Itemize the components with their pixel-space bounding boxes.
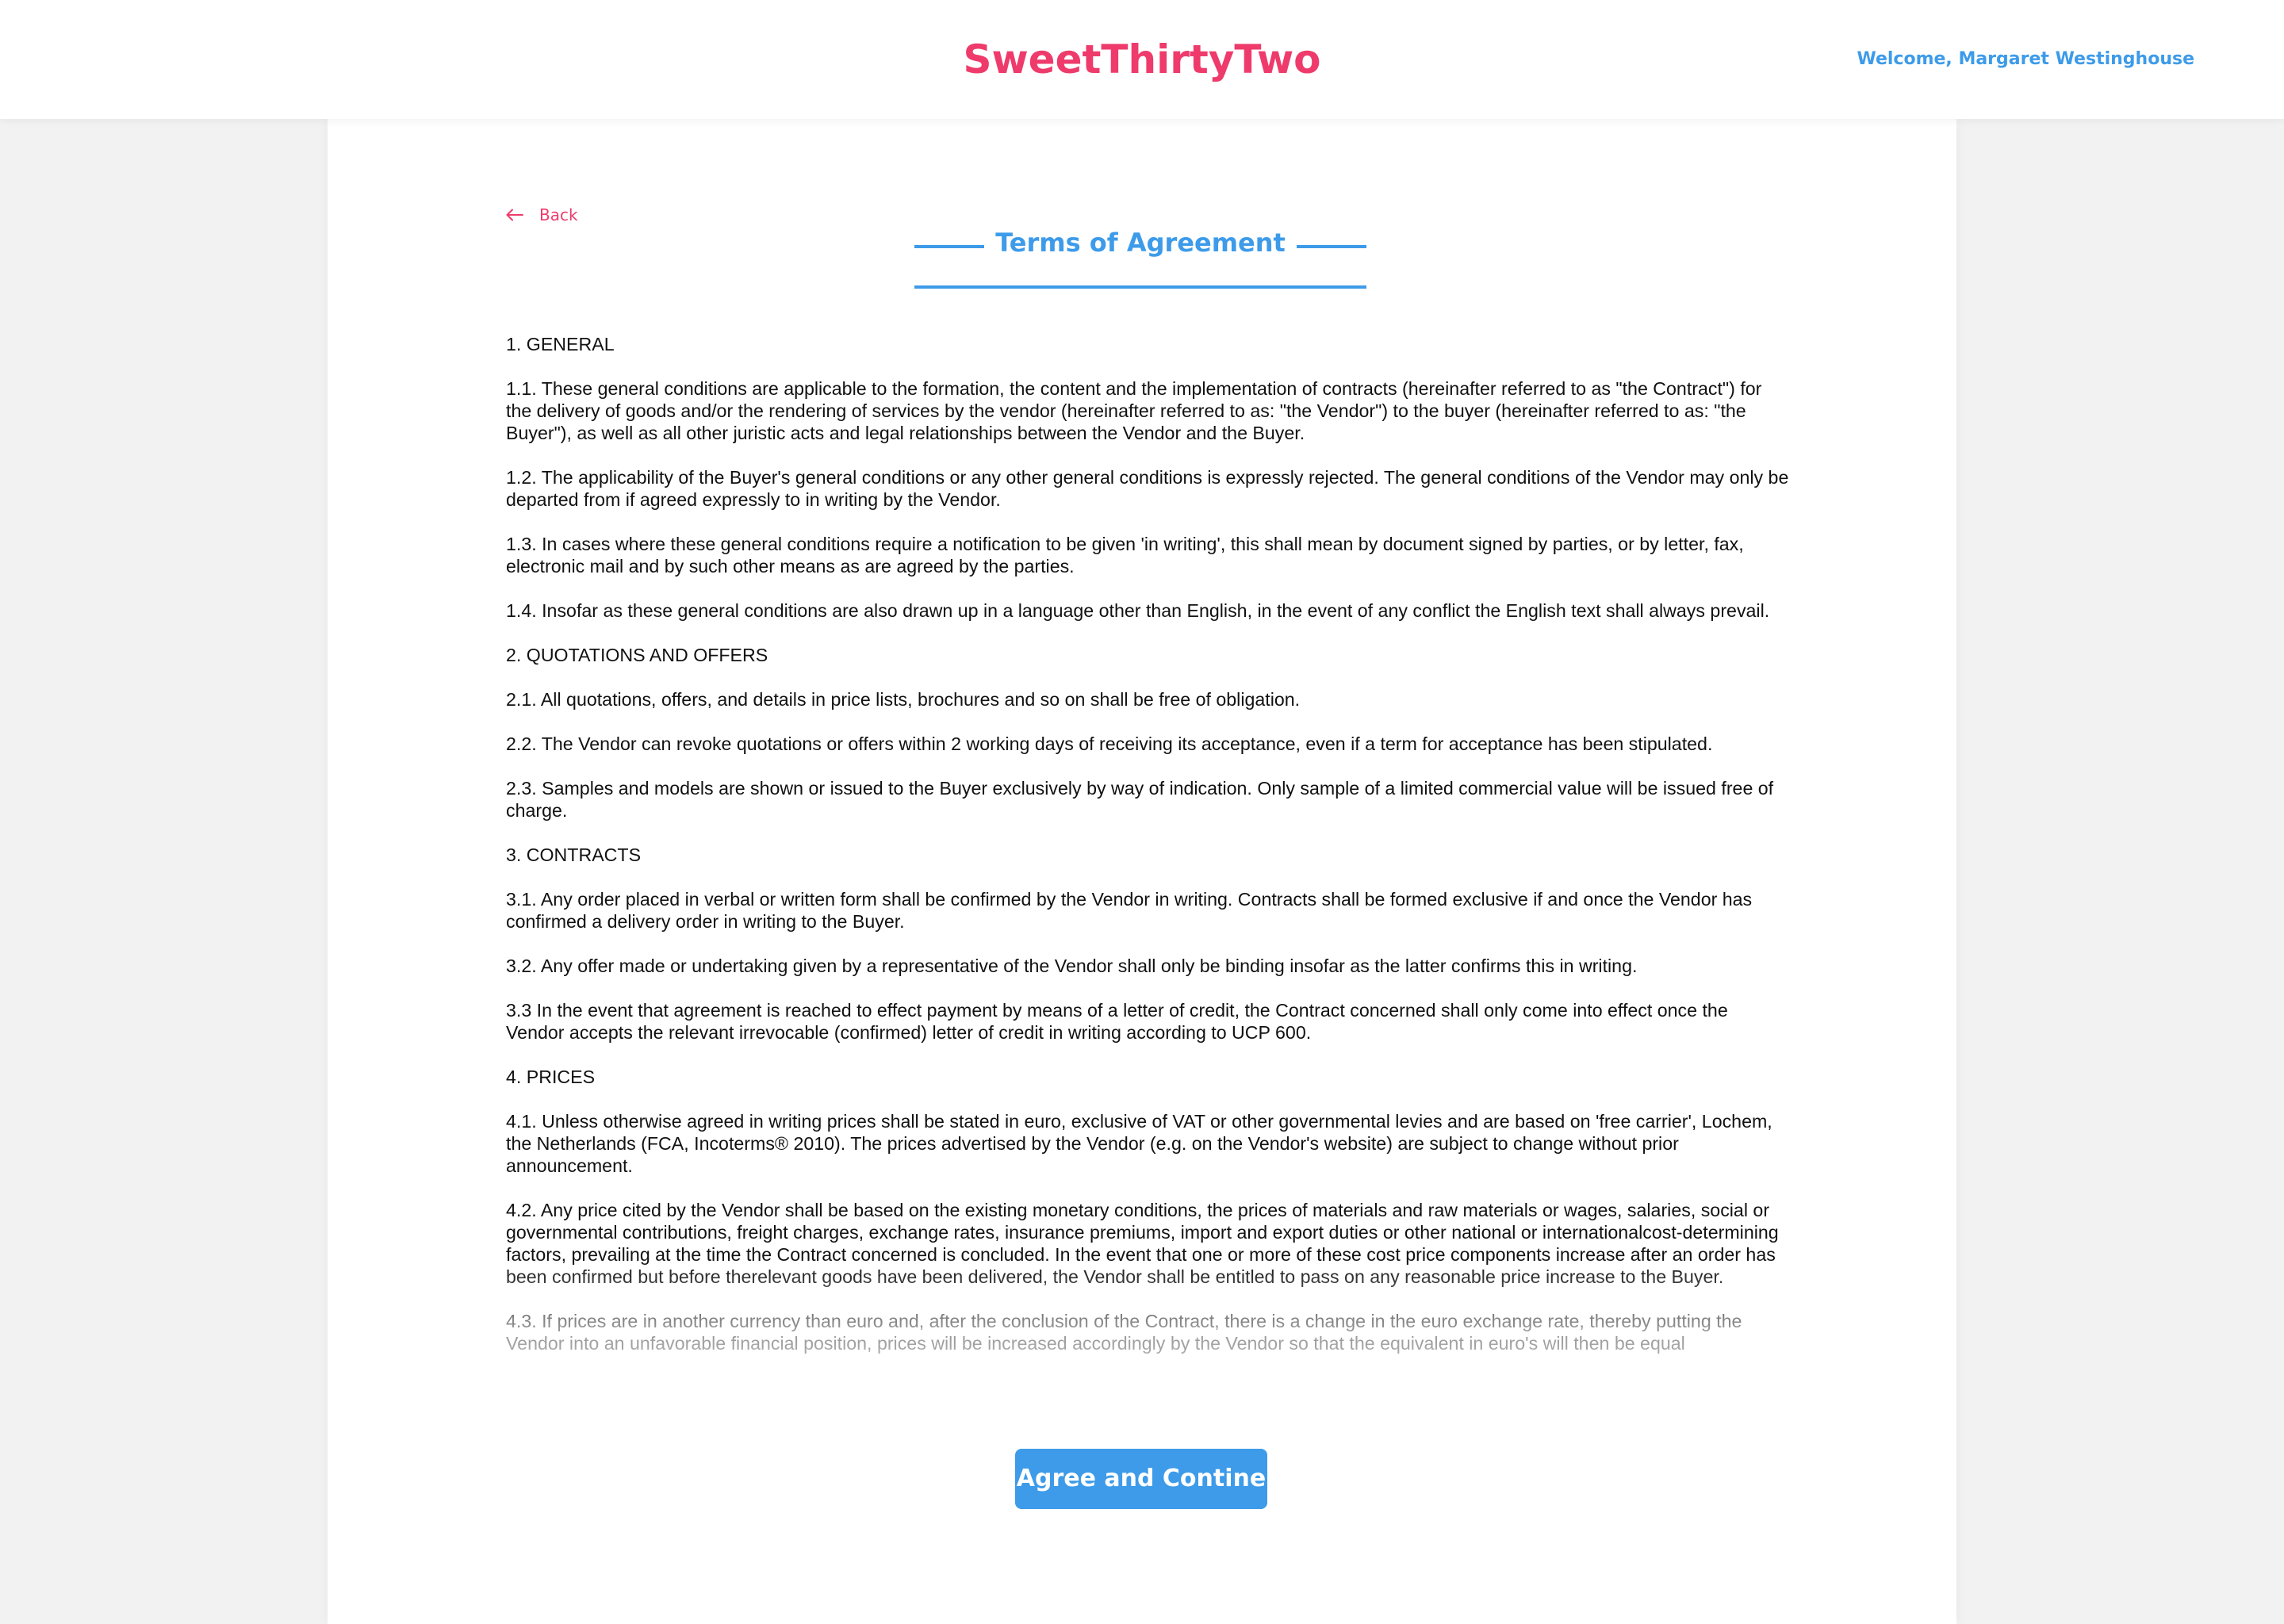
terms-paragraph: 4.1. Unless otherwise agreed in writing …	[506, 1111, 1772, 1176]
terms-text: 1. GENERAL 1.1. These general conditions …	[506, 333, 1791, 1354]
terms-paragraph: 3.1. Any order placed in verbal or writt…	[506, 889, 1753, 932]
terms-scroll-area[interactable]: 1. GENERAL 1.1. These general conditions …	[506, 333, 1791, 1524]
title-underline	[914, 285, 1366, 289]
page-title: Terms of Agreement	[995, 228, 1286, 258]
terms-paragraph: 4.3. If prices are in another currency t…	[506, 1311, 1742, 1354]
terms-paragraph: 2.2. The Vendor can revoke quotations or…	[506, 733, 1713, 754]
back-link[interactable]: Back	[506, 202, 578, 228]
back-label: Back	[539, 205, 578, 224]
terms-paragraph: 1.4. Insofar as these general conditions…	[506, 600, 1770, 621]
terms-card: Back Terms of Agreement 1. GENERAL 1.1. T…	[328, 119, 1956, 1624]
top-bar: SweetThirtyTwo Welcome, Margaret Westing…	[0, 0, 2284, 119]
terms-paragraph: 1.2. The applicability of the Buyer's ge…	[506, 467, 1789, 510]
section-heading: 2. QUOTATIONS AND OFFERS	[506, 645, 768, 665]
terms-paragraph: 3.3 In the event that agreement is reach…	[506, 1000, 1728, 1043]
arrow-left-icon	[506, 209, 523, 221]
terms-paragraph: 1.3. In cases where these general condit…	[506, 534, 1744, 576]
welcome-user[interactable]: Welcome, Margaret Westinghouse	[1857, 48, 2194, 71]
section-heading: 3. CONTRACTS	[506, 845, 642, 865]
terms-paragraph: 3.2. Any offer made or undertaking given…	[506, 956, 1638, 976]
page-title-block: Terms of Agreement	[914, 222, 1366, 270]
title-rule-right	[1297, 245, 1366, 248]
terms-paragraph: 1.1. These general conditions are applic…	[506, 378, 1762, 443]
terms-paragraph: 4.2. Any price cited by the Vendor shall…	[506, 1200, 1779, 1287]
section-heading: 4. PRICES	[506, 1067, 596, 1087]
agree-continue-button[interactable]: Agree and Contine	[1015, 1449, 1267, 1509]
terms-paragraph: 2.3. Samples and models are shown or iss…	[506, 778, 1774, 821]
terms-paragraph: 2.1. All quotations, offers, and details…	[506, 689, 1301, 710]
section-heading: 1. GENERAL	[506, 334, 615, 354]
